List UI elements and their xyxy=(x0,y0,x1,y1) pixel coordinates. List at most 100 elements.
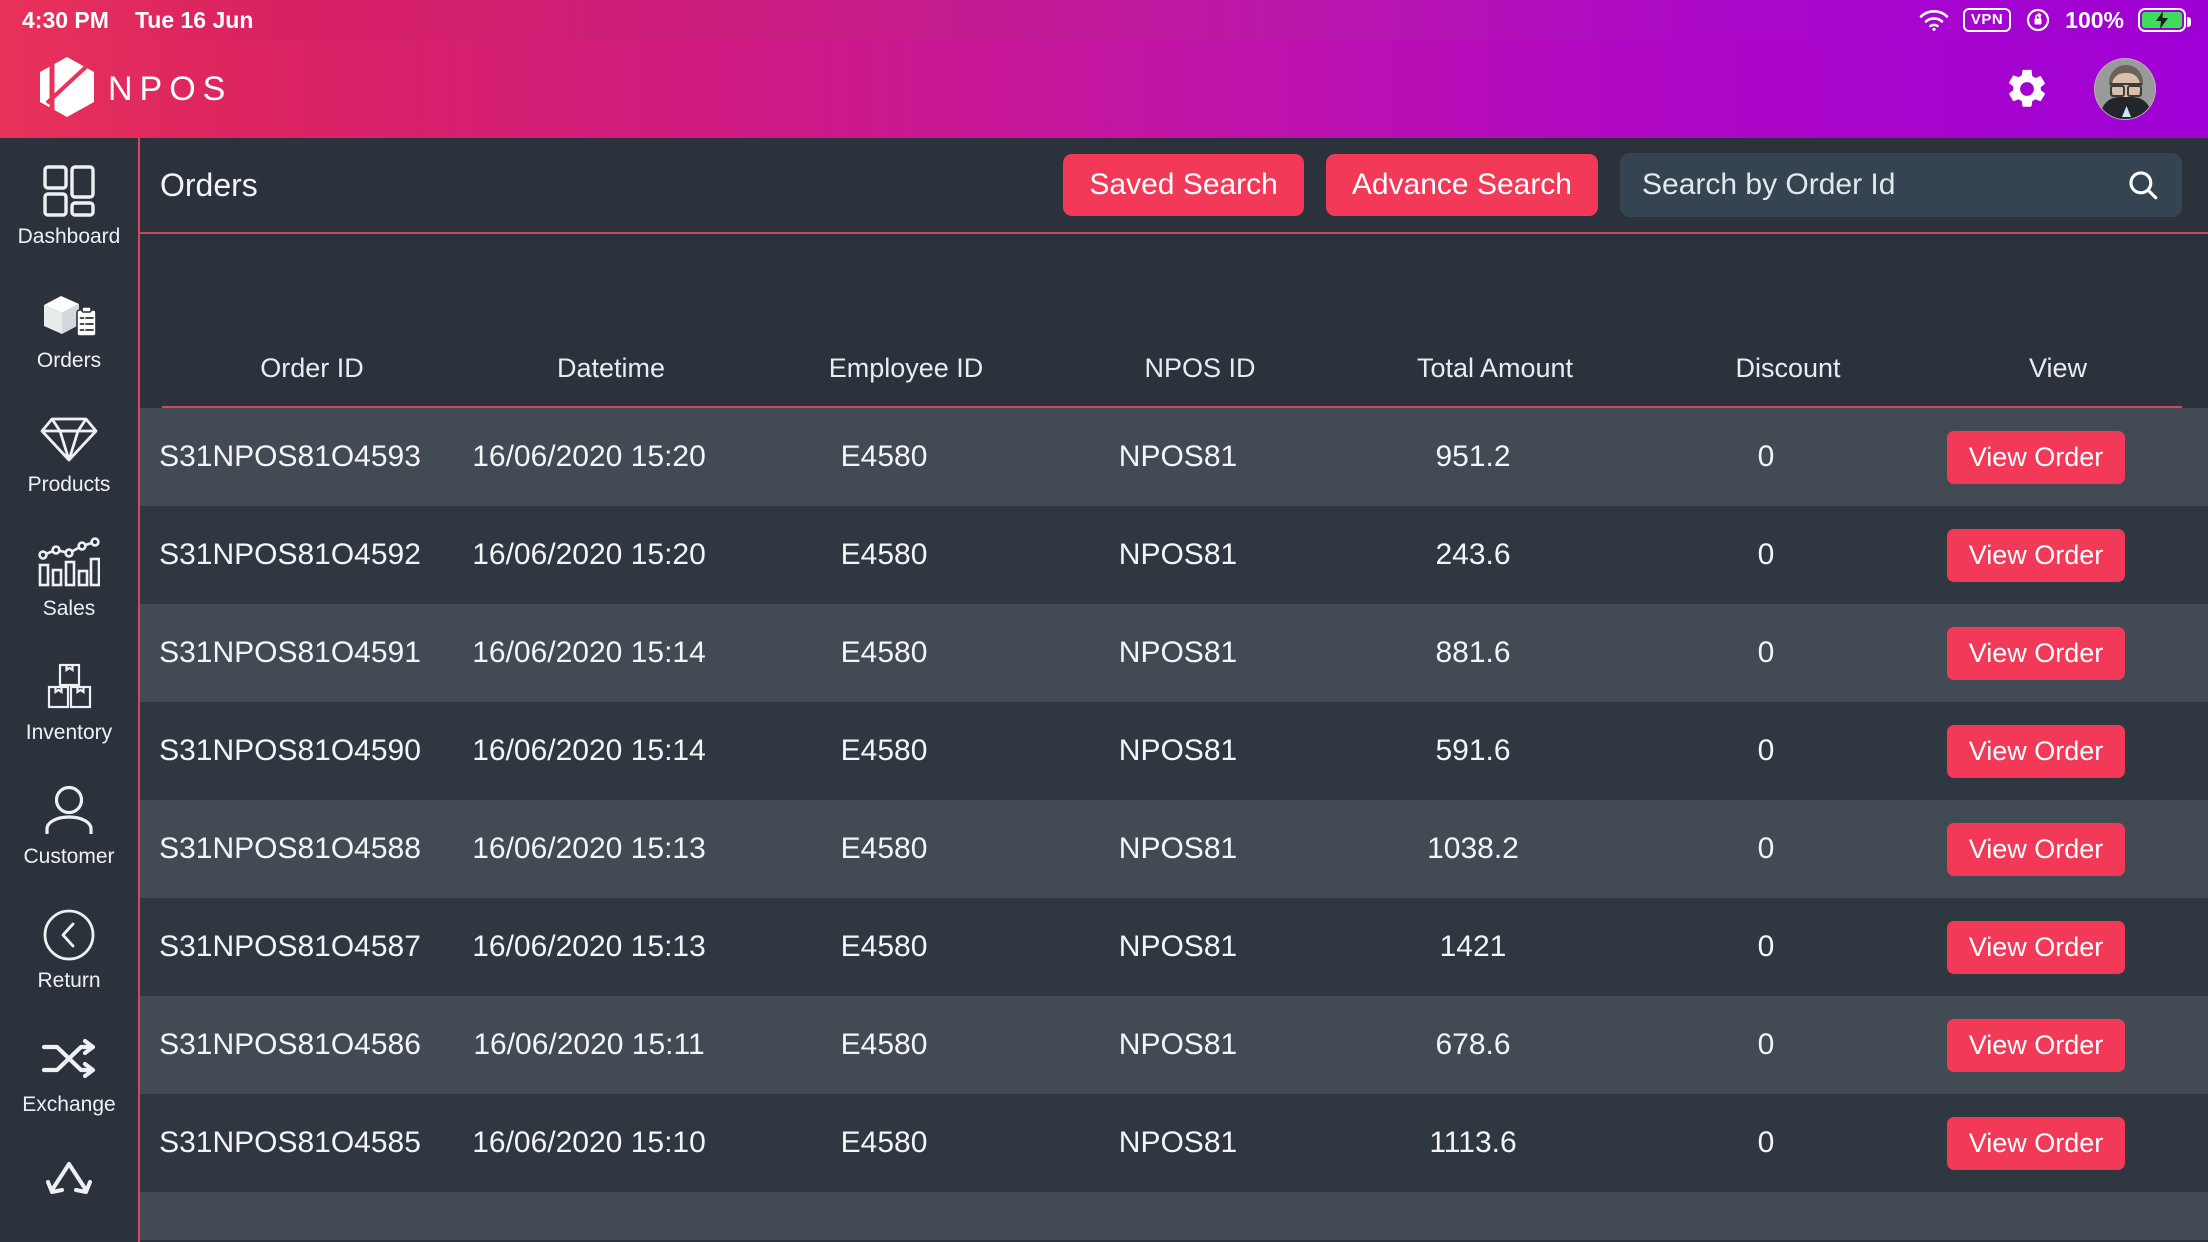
cell-view: View Order xyxy=(1912,528,2160,582)
cell-total-amount: 1038.2 xyxy=(1427,832,1519,865)
sidebar-item-dashboard[interactable]: Dashboard xyxy=(0,138,138,262)
cell-npos-id: NPOS81 xyxy=(1118,636,1238,669)
cell-npos-id: NPOS81 xyxy=(1118,1028,1238,1061)
cell-total-amount: 678.6 xyxy=(1435,1028,1511,1061)
column-header-view: View xyxy=(2028,352,2088,383)
table-row[interactable]: S31NPOS81O4587 16/06/2020 15:13 E4580 NPOS8… xyxy=(140,898,2208,996)
sidebar-item-label: Customer xyxy=(23,845,115,868)
battery-charging-icon xyxy=(2138,8,2191,32)
table-row[interactable]: S31NPOS81O4588 16/06/2020 15:13 E4580 NPOS8… xyxy=(140,800,2208,898)
cell-total-amount: 1421 xyxy=(1439,930,1507,963)
table-row[interactable]: S31NPOS81O4590 16/06/2020 15:14 E4580 NPOS8… xyxy=(140,702,2208,800)
search-icon[interactable] xyxy=(2126,168,2160,202)
advance-search-button[interactable]: Advance Search xyxy=(1325,154,1598,216)
cell-discount: 0 xyxy=(1757,1028,1775,1061)
cell-order-id: S31NPOS81O4586 xyxy=(159,1028,421,1061)
table-row[interactable]: S31NPOS81O4592 16/06/2020 15:20 E4580 NPOS8… xyxy=(140,506,2208,604)
sidebar-item-return[interactable]: Return xyxy=(0,882,138,1006)
table-row[interactable]: S31NPOS81O4585 16/06/2020 15:10 E4580 NPOS8… xyxy=(140,1094,2208,1192)
rotation-lock-icon xyxy=(2025,7,2051,33)
cell-datetime: 16/06/2020 15:20 xyxy=(472,538,706,571)
cell-datetime: 16/06/2020 15:14 xyxy=(472,636,706,669)
status-bar-right: VPN 100% xyxy=(1919,6,2191,34)
cell-npos-id: NPOS81 xyxy=(1118,930,1238,963)
saved-search-button[interactable]: Saved Search xyxy=(1063,154,1304,216)
exchange-arrows-icon xyxy=(40,1028,98,1090)
cell-order-id: S31NPOS81O4585 xyxy=(159,1126,421,1159)
cell-npos-id: NPOS81 xyxy=(1118,538,1238,571)
cell-datetime: 16/06/2020 15:10 xyxy=(472,1126,706,1159)
person-icon xyxy=(42,780,96,842)
cell-npos-id: NPOS81 xyxy=(1118,440,1238,473)
cell-discount: 0 xyxy=(1757,930,1775,963)
search-box[interactable] xyxy=(1620,153,2182,217)
status-date: Tue 16 Jun xyxy=(134,6,254,33)
view-order-button[interactable]: View Order xyxy=(1946,724,2126,778)
vpn-badge: VPN xyxy=(1962,8,2012,32)
box-clipboard-icon xyxy=(39,284,99,346)
stacked-boxes-icon xyxy=(40,656,98,718)
view-order-button[interactable]: View Order xyxy=(1946,1018,2126,1072)
view-order-button[interactable]: View Order xyxy=(1946,626,2126,680)
sidebar-item-customer[interactable]: Customer xyxy=(0,758,138,882)
sidebar-item-sales[interactable]: Sales xyxy=(0,510,138,634)
orders-toolbar: Orders Saved Search Advance Search xyxy=(140,138,2208,234)
sidebar-item-products[interactable]: Products xyxy=(0,386,138,510)
column-header-datetime: Datetime xyxy=(556,352,666,383)
sidebar-item-label: Inventory xyxy=(25,721,113,744)
view-order-button[interactable]: View Order xyxy=(1946,920,2126,974)
view-order-button[interactable]: View Order xyxy=(1946,822,2126,876)
table-row[interactable]: S31NPOS81O4593 16/06/2020 15:20 E4580 NPOS8… xyxy=(140,408,2208,506)
app-logo[interactable]: NPOS xyxy=(38,56,232,123)
cell-order-id: S31NPOS81O4593 xyxy=(159,440,421,473)
cell-discount: 0 xyxy=(1757,440,1775,473)
table-row[interactable]: S31NPOS81O4591 16/06/2020 15:14 E4580 NPOS8… xyxy=(140,604,2208,702)
app-header: NPOS xyxy=(0,40,2208,138)
table-row[interactable]: S31NPOS81O4586 16/06/2020 15:11 E4580 NPOS8… xyxy=(140,996,2208,1094)
cell-employee-id: E4580 xyxy=(840,930,928,963)
circle-back-arrow-icon xyxy=(42,904,96,966)
cell-discount: 0 xyxy=(1757,832,1775,865)
sidebar-item-exchange[interactable]: Exchange xyxy=(0,1006,138,1130)
avatar[interactable] xyxy=(2094,58,2156,120)
cell-discount: 0 xyxy=(1757,538,1775,571)
sidebar-item-share[interactable] xyxy=(0,1130,138,1242)
view-order-button[interactable]: View Order xyxy=(1946,430,2126,484)
toolbar-actions: Saved Search Advance Search xyxy=(1063,153,2182,217)
dashboard-grid-icon xyxy=(42,160,96,222)
npos-hexagon-logo-icon xyxy=(38,56,96,123)
cell-view: View Order xyxy=(1912,1018,2160,1072)
sidebar-item-orders[interactable]: Orders xyxy=(0,262,138,386)
app-logo-text: NPOS xyxy=(108,69,233,108)
cell-discount: 0 xyxy=(1757,636,1775,669)
column-header-discount: Discount xyxy=(1735,352,1841,383)
cell-employee-id: E4580 xyxy=(840,832,928,865)
column-header-npos-id: NPOS ID xyxy=(1144,352,1256,383)
cell-order-id: S31NPOS81O4591 xyxy=(159,636,421,669)
cell-datetime: 16/06/2020 15:14 xyxy=(472,734,706,767)
search-input[interactable] xyxy=(1642,168,2126,202)
cell-employee-id: E4580 xyxy=(840,440,928,473)
cell-total-amount: 881.6 xyxy=(1435,636,1511,669)
battery-percent-label: 100% xyxy=(2065,6,2124,33)
cell-order-id: S31NPOS81O4592 xyxy=(159,538,421,571)
cell-order-id: S31NPOS81O4587 xyxy=(159,930,421,963)
cell-npos-id: NPOS81 xyxy=(1118,734,1238,767)
gear-icon[interactable] xyxy=(2004,66,2050,112)
cell-view: View Order xyxy=(1912,1116,2160,1170)
cell-view: View Order xyxy=(1912,724,2160,778)
column-header-total-amount: Total Amount xyxy=(1416,352,1574,383)
column-header-order-id: Order ID xyxy=(260,352,364,383)
cell-view: View Order xyxy=(1912,822,2160,876)
view-order-button[interactable]: View Order xyxy=(1946,1116,2126,1170)
cell-datetime: 16/06/2020 15:13 xyxy=(472,832,706,865)
sidebar-item-inventory[interactable]: Inventory xyxy=(0,634,138,758)
orders-table[interactable]: Order ID Datetime Employee ID NPOS ID To… xyxy=(140,234,2208,1240)
sidebar-item-label: Return xyxy=(37,969,101,992)
status-time: 4:30 PM xyxy=(22,6,109,33)
table-body: S31NPOS81O4593 16/06/2020 15:20 E4580 NPOS8… xyxy=(140,408,2208,1240)
table-row-partial[interactable] xyxy=(140,1192,2208,1240)
view-order-button[interactable]: View Order xyxy=(1946,528,2126,582)
cell-total-amount: 1113.6 xyxy=(1429,1126,1517,1159)
table-header-row: Order ID Datetime Employee ID NPOS ID To… xyxy=(162,330,2182,408)
